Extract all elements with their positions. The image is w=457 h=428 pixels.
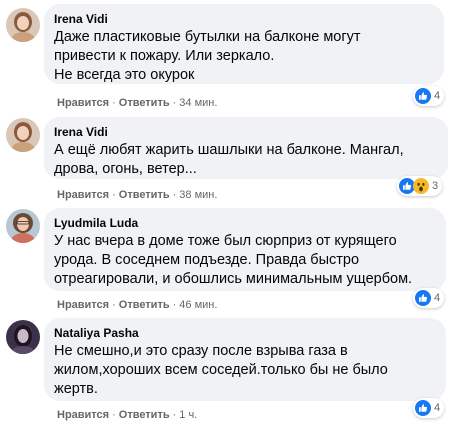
avatar[interactable]	[6, 320, 40, 354]
comment-text-line: жертв.	[54, 381, 98, 397]
comment-text-line: Не смешно,и это сразу после взрыва газа …	[54, 343, 348, 359]
comment-author[interactable]: Irena Vidi	[54, 11, 432, 27]
reaction-count: 3	[432, 180, 439, 192]
reaction-count: 4	[434, 90, 441, 102]
separator-dot: ·	[112, 299, 116, 311]
comment-text: Даже пластиковые бутылки на балконе могу…	[54, 28, 432, 85]
avatar[interactable]	[6, 118, 40, 152]
separator-dot: ·	[112, 97, 116, 109]
comment-text-line: дрова, огонь, ветер...	[54, 161, 197, 177]
comment-actions: Нравится · Ответить · 46 мин.	[57, 298, 217, 312]
separator-dot: ·	[172, 189, 177, 201]
comment-text-line: Не всегда это окурок	[54, 67, 195, 83]
like-icon	[415, 290, 431, 306]
avatar[interactable]	[6, 8, 40, 42]
reaction-count: 4	[434, 292, 441, 304]
comment-author[interactable]: Lyudmila Luda	[54, 215, 434, 231]
reaction-summary[interactable]: 4	[413, 398, 445, 418]
like-link[interactable]: Нравится	[57, 409, 109, 421]
comment-timestamp[interactable]: 1 ч.	[179, 409, 197, 421]
separator-dot: ·	[172, 409, 177, 421]
like-icon	[415, 400, 431, 416]
reaction-summary[interactable]: 4	[413, 288, 445, 308]
reply-link[interactable]: Ответить	[119, 409, 170, 421]
comment-bubble: Irena Vidi Даже пластиковые бутылки на б…	[44, 4, 444, 84]
reaction-summary[interactable]: 4	[413, 86, 445, 106]
comment-bubble: Irena Vidi А ещё любят жарить шашлыки на…	[44, 117, 448, 179]
separator-dot: ·	[112, 189, 116, 201]
reply-link[interactable]: Ответить	[119, 97, 170, 109]
comment-actions: Нравится · Ответить · 38 мин.	[57, 188, 217, 202]
wow-icon	[413, 178, 429, 194]
comment-actions: Нравится · Ответить · 1 ч.	[57, 408, 197, 422]
reply-link[interactable]: Ответить	[119, 299, 170, 311]
like-link[interactable]: Нравится	[57, 97, 109, 109]
comment-text: Не смешно,и это сразу после взрыва газа …	[54, 342, 434, 399]
comment-text-line: жилом,хороших всем соседей.только бы не …	[54, 362, 388, 378]
separator-dot: ·	[172, 97, 177, 109]
comment-text-line: урода. В соседнем подъезде. Правда быстр…	[54, 252, 360, 268]
like-link[interactable]: Нравится	[57, 299, 109, 311]
comment-text-line: А ещё любят жарить шашлыки на балконе. М…	[54, 142, 404, 158]
comment-text: У нас вчера в доме тоже был сюрприз от к…	[54, 232, 434, 289]
comment-text: А ещё любят жарить шашлыки на балконе. М…	[54, 141, 436, 179]
comments-list: Irena Vidi Даже пластиковые бутылки на б…	[0, 0, 457, 428]
comment-author[interactable]: Nataliya Pasha	[54, 325, 434, 341]
comment-text-line: отреагировали, и обошлись минимальным ущ…	[54, 271, 413, 287]
separator-dot: ·	[112, 409, 116, 421]
comment-text-line: привести к пожару. Или зеркало.	[54, 48, 275, 64]
comment-author[interactable]: Irena Vidi	[54, 124, 436, 140]
like-link[interactable]: Нравится	[57, 189, 109, 201]
comment-actions: Нравится · Ответить · 34 мин.	[57, 96, 217, 110]
comment-timestamp[interactable]: 46 мин.	[179, 299, 217, 311]
comment-timestamp[interactable]: 34 мин.	[179, 97, 217, 109]
separator-dot: ·	[172, 299, 177, 311]
comment-text-line: У нас вчера в доме тоже был сюрприз от к…	[54, 233, 397, 249]
comment-bubble: Lyudmila Luda У нас вчера в доме тоже бы…	[44, 208, 446, 291]
avatar[interactable]	[6, 209, 40, 243]
reaction-count: 4	[434, 402, 441, 414]
comment-bubble: Nataliya Pasha Не смешно,и это сразу пос…	[44, 318, 446, 401]
reply-link[interactable]: Ответить	[119, 189, 170, 201]
comment-timestamp[interactable]: 38 мин.	[179, 189, 217, 201]
reaction-summary[interactable]: 3	[397, 176, 443, 196]
comment-text-line: Даже пластиковые бутылки на балконе могу…	[54, 29, 361, 45]
like-icon	[415, 88, 431, 104]
